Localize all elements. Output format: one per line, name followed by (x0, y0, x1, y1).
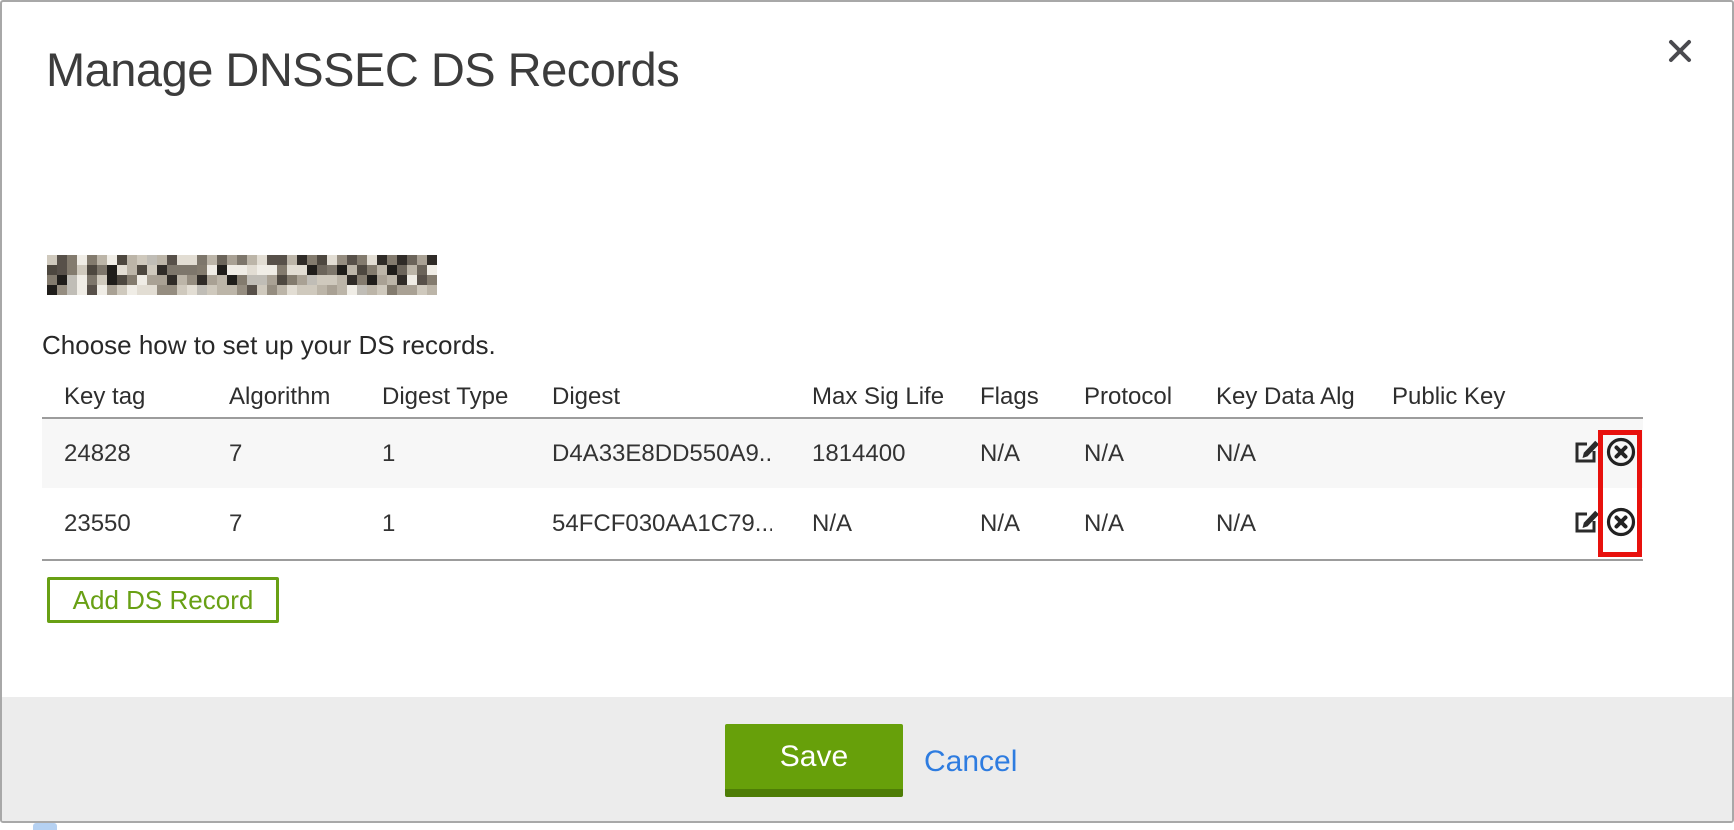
modal-footer: Save Cancel (2, 697, 1732, 821)
close-icon (1666, 37, 1694, 68)
cell-key-data-alg: N/A (1176, 418, 1352, 488)
close-button[interactable] (1658, 30, 1702, 74)
col-header-actions (1562, 376, 1643, 418)
add-ds-record-button[interactable]: Add DS Record (47, 577, 279, 623)
redacted-domain (47, 255, 437, 295)
col-header-key-data-alg: Key Data Alg (1176, 376, 1352, 418)
delete-record-button[interactable] (1605, 506, 1637, 541)
col-header-protocol: Protocol (1044, 376, 1176, 418)
cell-protocol: N/A (1044, 488, 1176, 560)
table-header-row: Key tag Algorithm Digest Type Digest Max… (42, 376, 1643, 418)
table-row: 24828 7 1 D4A33E8DD550A9... 1814400 N/A … (42, 418, 1643, 488)
col-header-algorithm: Algorithm (189, 376, 342, 418)
save-button[interactable]: Save (725, 724, 903, 797)
cell-max-sig-life: 1814400 (772, 418, 940, 488)
cell-flags: N/A (940, 418, 1044, 488)
delete-record-button[interactable] (1605, 436, 1637, 471)
col-header-public-key: Public Key (1352, 376, 1562, 418)
cancel-link[interactable]: Cancel (924, 745, 1017, 779)
cell-max-sig-life: N/A (772, 488, 940, 560)
cell-digest: D4A33E8DD550A9... (512, 418, 772, 488)
setup-instructions: Choose how to set up your DS records. (42, 330, 496, 361)
cell-digest: 54FCF030AA1C79... (512, 488, 772, 560)
cell-flags: N/A (940, 488, 1044, 560)
cell-key-tag: 23550 (42, 488, 189, 560)
cell-protocol: N/A (1044, 418, 1176, 488)
background-page-artifact (33, 823, 57, 830)
col-header-digest: Digest (512, 376, 772, 418)
delete-circle-x-icon (1605, 506, 1637, 541)
cell-algorithm: 7 (189, 418, 342, 488)
delete-circle-x-icon (1605, 436, 1637, 471)
cell-key-data-alg: N/A (1176, 488, 1352, 560)
table-row: 23550 7 1 54FCF030AA1C79... N/A N/A N/A … (42, 488, 1643, 560)
cell-public-key (1352, 418, 1562, 488)
cell-key-tag: 24828 (42, 418, 189, 488)
cell-algorithm: 7 (189, 488, 342, 560)
col-header-key-tag: Key tag (42, 376, 189, 418)
cell-digest-type: 1 (342, 418, 512, 488)
screen: Manage DNSSEC DS Records Choose how to s… (0, 0, 1734, 830)
manage-dnssec-modal: Manage DNSSEC DS Records Choose how to s… (0, 0, 1734, 823)
cell-digest-type: 1 (342, 488, 512, 560)
col-header-digest-type: Digest Type (342, 376, 512, 418)
edit-icon (1572, 437, 1602, 470)
edit-icon (1572, 507, 1602, 540)
edit-record-button[interactable] (1572, 507, 1602, 540)
edit-record-button[interactable] (1572, 437, 1602, 470)
page-title: Manage DNSSEC DS Records (46, 42, 679, 97)
col-header-flags: Flags (940, 376, 1044, 418)
col-header-max-sig-life: Max Sig Life (772, 376, 940, 418)
cell-public-key (1352, 488, 1562, 560)
ds-records-table: Key tag Algorithm Digest Type Digest Max… (42, 376, 1643, 561)
